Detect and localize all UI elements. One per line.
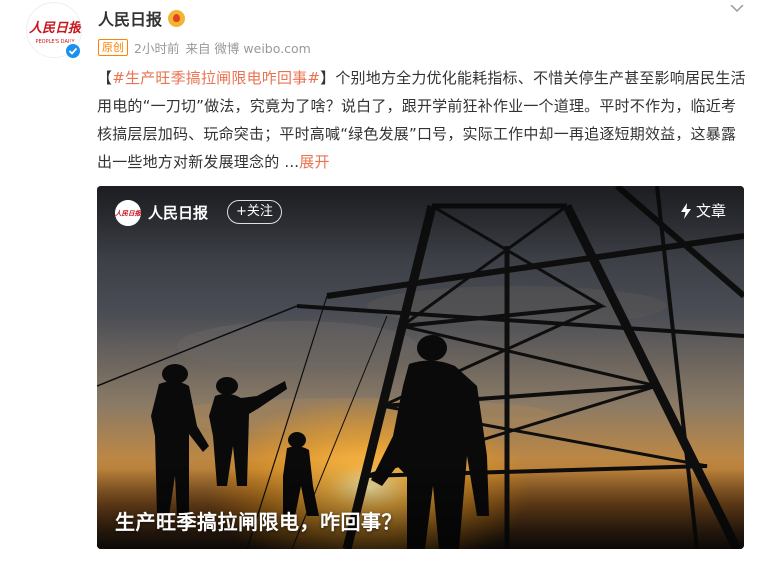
expand-link[interactable]: 展开	[299, 153, 329, 171]
svg-text:人民日报: 人民日报	[115, 210, 141, 218]
post-source: 来自 微博 weibo.com	[185, 41, 311, 56]
post-meta: 原创 2小时前 来自 微博 weibo.com	[98, 38, 311, 57]
follow-label: +关注	[236, 204, 273, 219]
original-tag: 原创	[98, 39, 128, 56]
article-card[interactable]: 人民日报 人民日报 +关注 文章 生产旺季搞拉闸限电，咋回事？	[97, 186, 744, 549]
card-title[interactable]: 生产旺季搞拉闸限电，咋回事？	[115, 506, 402, 535]
lightning-icon	[680, 202, 691, 219]
post-text: 【#生产旺季搞拉闸限电咋回事#】个别地方全力优化能耗指标、不惜关停生产甚至影响居…	[97, 64, 747, 176]
article-cover-image	[97, 186, 744, 549]
author-name-row: 人民日报	[98, 6, 186, 30]
verified-badge-icon	[64, 42, 82, 60]
post-ellipsis: ...	[284, 153, 300, 171]
follow-button[interactable]: +关注	[227, 200, 282, 224]
card-author-name[interactable]: 人民日报	[148, 202, 208, 223]
article-label-text: 文章	[695, 202, 726, 220]
topic-link[interactable]: #生产旺季搞拉闸限电咋回事#	[112, 69, 320, 87]
open-bracket: 【	[97, 69, 113, 87]
post-time[interactable]: 2小时前	[134, 38, 179, 57]
vip-badge-icon[interactable]	[168, 9, 186, 27]
more-chevron-icon[interactable]	[728, 0, 746, 13]
article-type-label: 文章	[680, 200, 726, 221]
author-name[interactable]: 人民日报	[98, 6, 162, 30]
svg-text:人民日报: 人民日报	[29, 20, 82, 36]
card-author-avatar[interactable]: 人民日报	[115, 200, 141, 226]
close-bracket: 】	[320, 69, 336, 87]
